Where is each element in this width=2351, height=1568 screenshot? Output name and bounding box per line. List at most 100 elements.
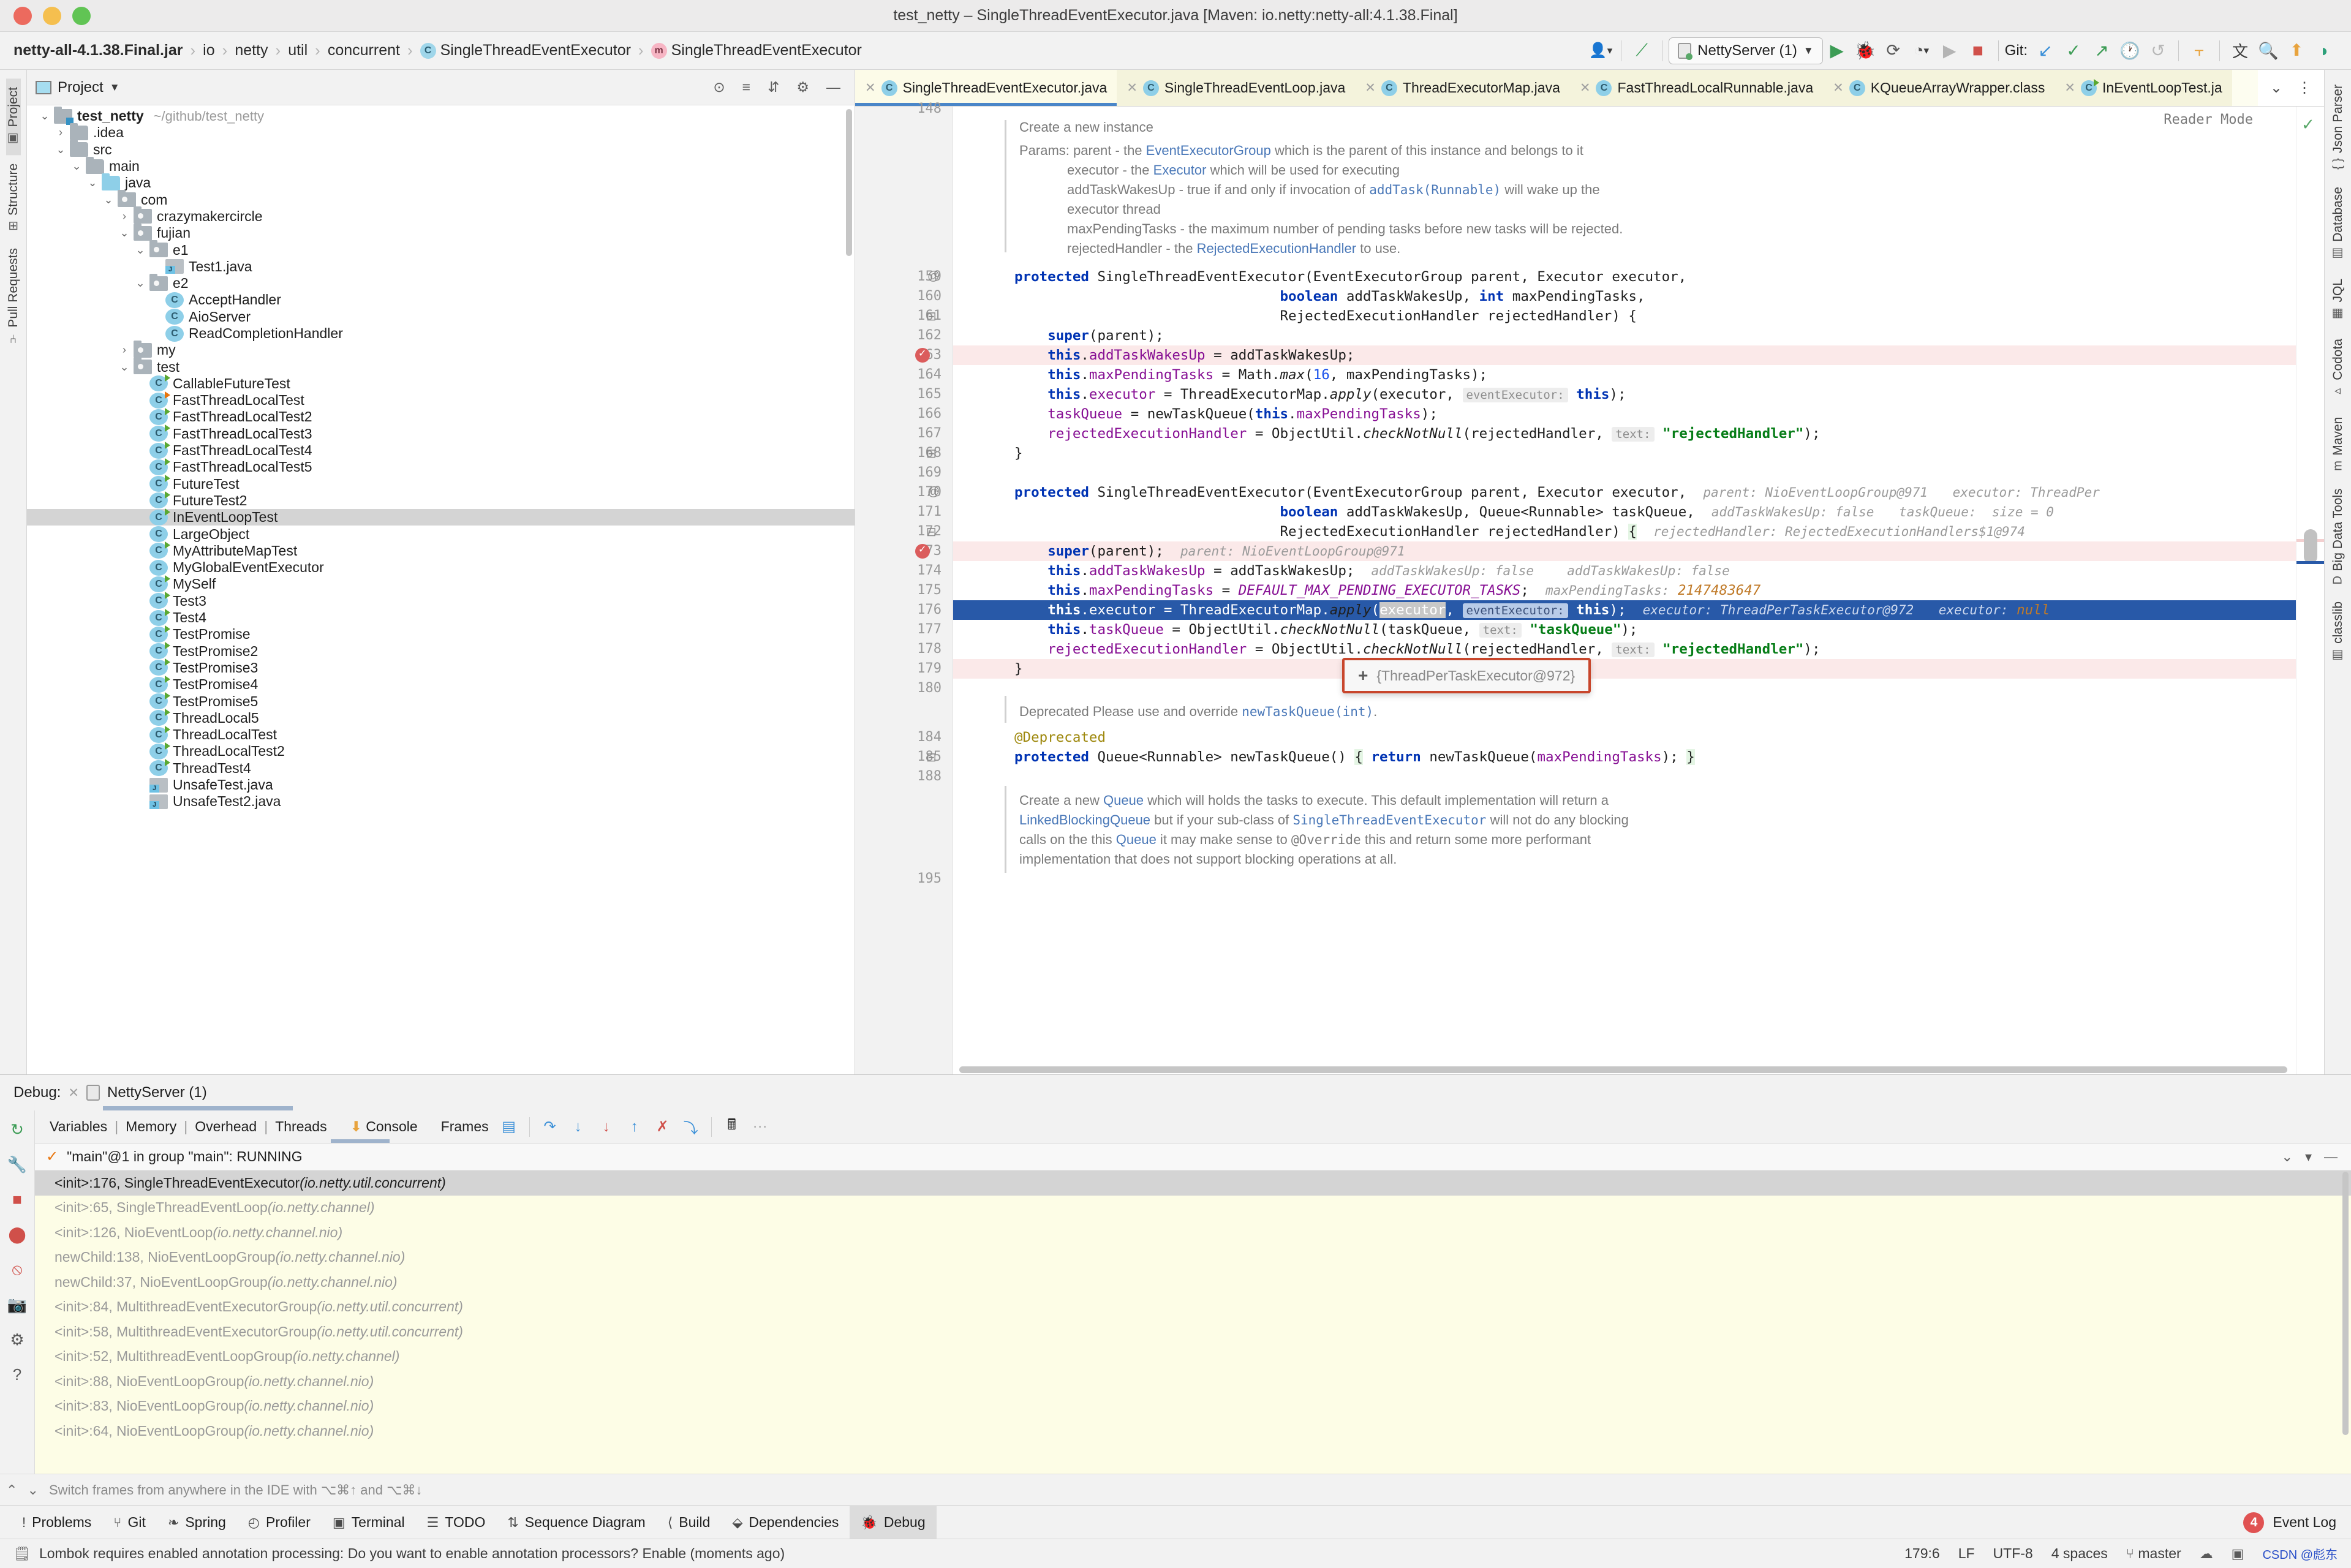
frame-row[interactable]: <init>:84, MultithreadEventExecutorGroup… [35,1295,2351,1320]
tool-window-button-terminal[interactable]: ▣ Terminal [322,1506,416,1539]
evaluate-expression-icon[interactable]: 🖩 [718,1113,746,1141]
tree-node[interactable]: ⌄ e2 [27,273,855,292]
tree-node[interactable]: C TestPromise3 [27,658,855,676]
debug-icon[interactable]: 🐞 [1851,37,1879,65]
gutter-marker[interactable]: ⊟ [926,446,937,461]
chevron-right-icon[interactable]: › [115,210,134,223]
chevron-down-icon[interactable]: ⌄ [83,176,102,189]
gutter-marker[interactable]: @ [927,270,940,284]
expand-icon[interactable]: + [1358,666,1368,685]
show-execution-point-icon[interactable]: ▤ [495,1113,523,1141]
code-area[interactable]: Reader Mode Create a new instance Params:… [953,107,2296,1074]
frame-row[interactable]: <init>:88, NioEventLoopGroup (io.netty.c… [35,1369,2351,1394]
collapse-all-icon[interactable]: ⇵ [762,79,785,96]
tree-node[interactable]: UnsafeTest2.java [27,793,855,810]
tool-window-button-build[interactable]: ⟨ Build [657,1506,722,1539]
tab-threads[interactable]: Threads [269,1118,333,1135]
tab-variables[interactable]: Variables [43,1118,113,1135]
chevron-right-icon[interactable]: › [115,344,134,356]
tree-node[interactable]: C ThreadLocal5 [27,709,855,726]
tree-node[interactable]: UnsafeTest.java [27,777,855,793]
right-rail-item-codota[interactable]: ▹ Codota [2331,330,2345,409]
run-icon[interactable]: ▶ [1823,37,1851,65]
tool-window-button-todo[interactable]: ☰ TODO [416,1506,497,1539]
tree-node[interactable]: C ReadCompletionHandler [27,325,855,342]
git-update-icon[interactable]: ↙ [2031,37,2059,65]
settings-wrench-icon[interactable]: 🔧 [7,1155,27,1174]
chevron-down-icon[interactable]: ⌄ [115,227,134,239]
tree-node[interactable]: C FastThreadLocalTest [27,391,855,409]
close-tab-icon[interactable]: ✕ [1833,80,1844,96]
tree-node[interactable]: C TestPromise2 [27,642,855,660]
tab-frames[interactable]: Frames [435,1118,495,1135]
close-tab-icon[interactable]: ✕ [2064,80,2075,96]
caret-position[interactable]: 179:6 [1904,1545,1940,1562]
chevron-down-icon[interactable]: ⌄ [131,277,149,290]
attach-to-process-icon[interactable]: ▶ [1936,37,1964,65]
frame-row[interactable]: <init>:126, NioEventLoop (io.netty.chann… [35,1220,2351,1245]
gutter-marker[interactable]: ⊟ [926,750,937,765]
breadcrumb-item-concurrent[interactable]: concurrent [323,40,405,61]
frame-row[interactable]: <init>:52, MultithreadEventLoopGroup (io… [35,1344,2351,1370]
git-commit-icon[interactable]: ✓ [2059,37,2088,65]
frame-row[interactable]: <init>:65, SingleThreadEventLoop (io.net… [35,1196,2351,1221]
tree-node[interactable]: ⌄ src [27,140,855,158]
mute-breakpoints-icon[interactable]: ⋯ [746,1113,774,1141]
right-rail-item-big-data-tools[interactable]: D Big Data Tools [2331,480,2345,593]
help-icon[interactable]: ? [13,1365,21,1384]
locate-icon[interactable]: ⊙ [708,79,730,96]
run-configuration-selector[interactable]: NettyServer (1) ▼ [1669,37,1823,64]
tree-scrollbar[interactable] [846,109,852,256]
close-tab-icon[interactable]: ✕ [1580,80,1591,96]
gear-icon[interactable]: ⚙ [10,1330,24,1349]
chevron-down-icon[interactable]: ⌄ [115,361,134,374]
frame-row[interactable]: <init>:176, SingleThreadEventExecutor (i… [35,1170,2351,1196]
breadcrumb-item-jar[interactable]: netty-all-4.1.38.Final.jar [9,40,188,61]
right-rail-item-maven[interactable]: m Maven [2331,409,2345,480]
debugger-value-popup[interactable]: + {ThreadPerTaskExecutor@972} [1342,658,1591,693]
previous-frame-icon[interactable]: ⌃ [6,1482,17,1498]
notification-icon[interactable]: 🗒 [13,1546,31,1562]
next-frame-icon[interactable]: ⌄ [27,1482,38,1498]
editor-tab[interactable]: ✕ C ThreadExecutorMap.java [1355,70,1570,106]
frame-row[interactable]: <init>:83, NioEventLoopGroup (io.netty.c… [35,1394,2351,1419]
tab-console[interactable]: ⬇ Console [344,1118,424,1135]
tool-window-button-debug[interactable]: 🐞 Debug [850,1506,937,1539]
force-step-into-icon[interactable]: ↓ [592,1113,621,1141]
right-rail-item-database[interactable]: ▤ Database [2331,178,2345,270]
gutter-marker[interactable]: ⊟ [926,309,937,324]
tree-node[interactable]: C ThreadTest4 [27,759,855,777]
tree-node[interactable]: › my [27,340,855,358]
tree-node[interactable]: C FastThreadLocalTest3 [27,424,855,442]
profile-icon[interactable]: ◔ ▾ [1908,37,1936,65]
editor-tab[interactable]: ✕ C FastThreadLocalRunnable.java [1569,70,1824,106]
chevron-down-icon[interactable]: ⌄ [67,160,86,173]
tree-node[interactable]: C MyAttributeMapTest [27,541,855,559]
sidebar-item-structure[interactable]: ⊞ Structure [6,155,21,239]
indent-setting[interactable]: 4 spaces [2051,1545,2108,1562]
tree-node[interactable]: C LargeObject [27,526,855,543]
filter-icon[interactable]: ⌄ [2282,1149,2293,1165]
run-to-cursor-icon[interactable]: ⤵ [677,1113,705,1141]
frame-nav-arrows[interactable]: ⌃ ⌄ [6,1482,39,1498]
mute-breakpoints-icon[interactable]: ⦸ [12,1260,23,1280]
tree-node[interactable]: C InEventLoopTest [27,508,855,526]
bookmark-icon[interactable]: ⫟ [2185,37,2213,65]
terminal-icon[interactable]: ▣ [2232,1546,2244,1562]
expand-all-icon[interactable]: ≡ [737,79,756,96]
tree-node[interactable]: C CallableFutureTest [27,374,855,392]
right-rail-item-json-parser[interactable]: { } Json Parser [2331,76,2345,178]
close-tab-icon[interactable]: ✕ [1126,80,1138,96]
breadcrumb-item-io[interactable]: io [198,40,219,61]
frame-row[interactable]: <init>:58, MultithreadEventExecutorGroup… [35,1319,2351,1344]
tool-window-button-problems[interactable]: ! Problems [11,1506,102,1539]
tree-node[interactable]: ⌄ main [27,156,855,175]
step-out-icon[interactable]: ↑ [621,1113,649,1141]
breadcrumb-item-method[interactable]: m SingleThreadEventExecutor [646,40,867,61]
tool-window-button-sequence-diagram[interactable]: ⇅ Sequence Diagram [496,1506,656,1539]
frame-row[interactable]: newChild:138, NioEventLoopGroup (io.nett… [35,1245,2351,1270]
gutter-marker[interactable]: @ [927,485,940,499]
tree-node[interactable]: C TestPromise [27,625,855,643]
tree-node[interactable]: C ThreadLocalTest [27,725,855,743]
tree-node[interactable]: C MyGlobalEventExecutor [27,559,855,576]
